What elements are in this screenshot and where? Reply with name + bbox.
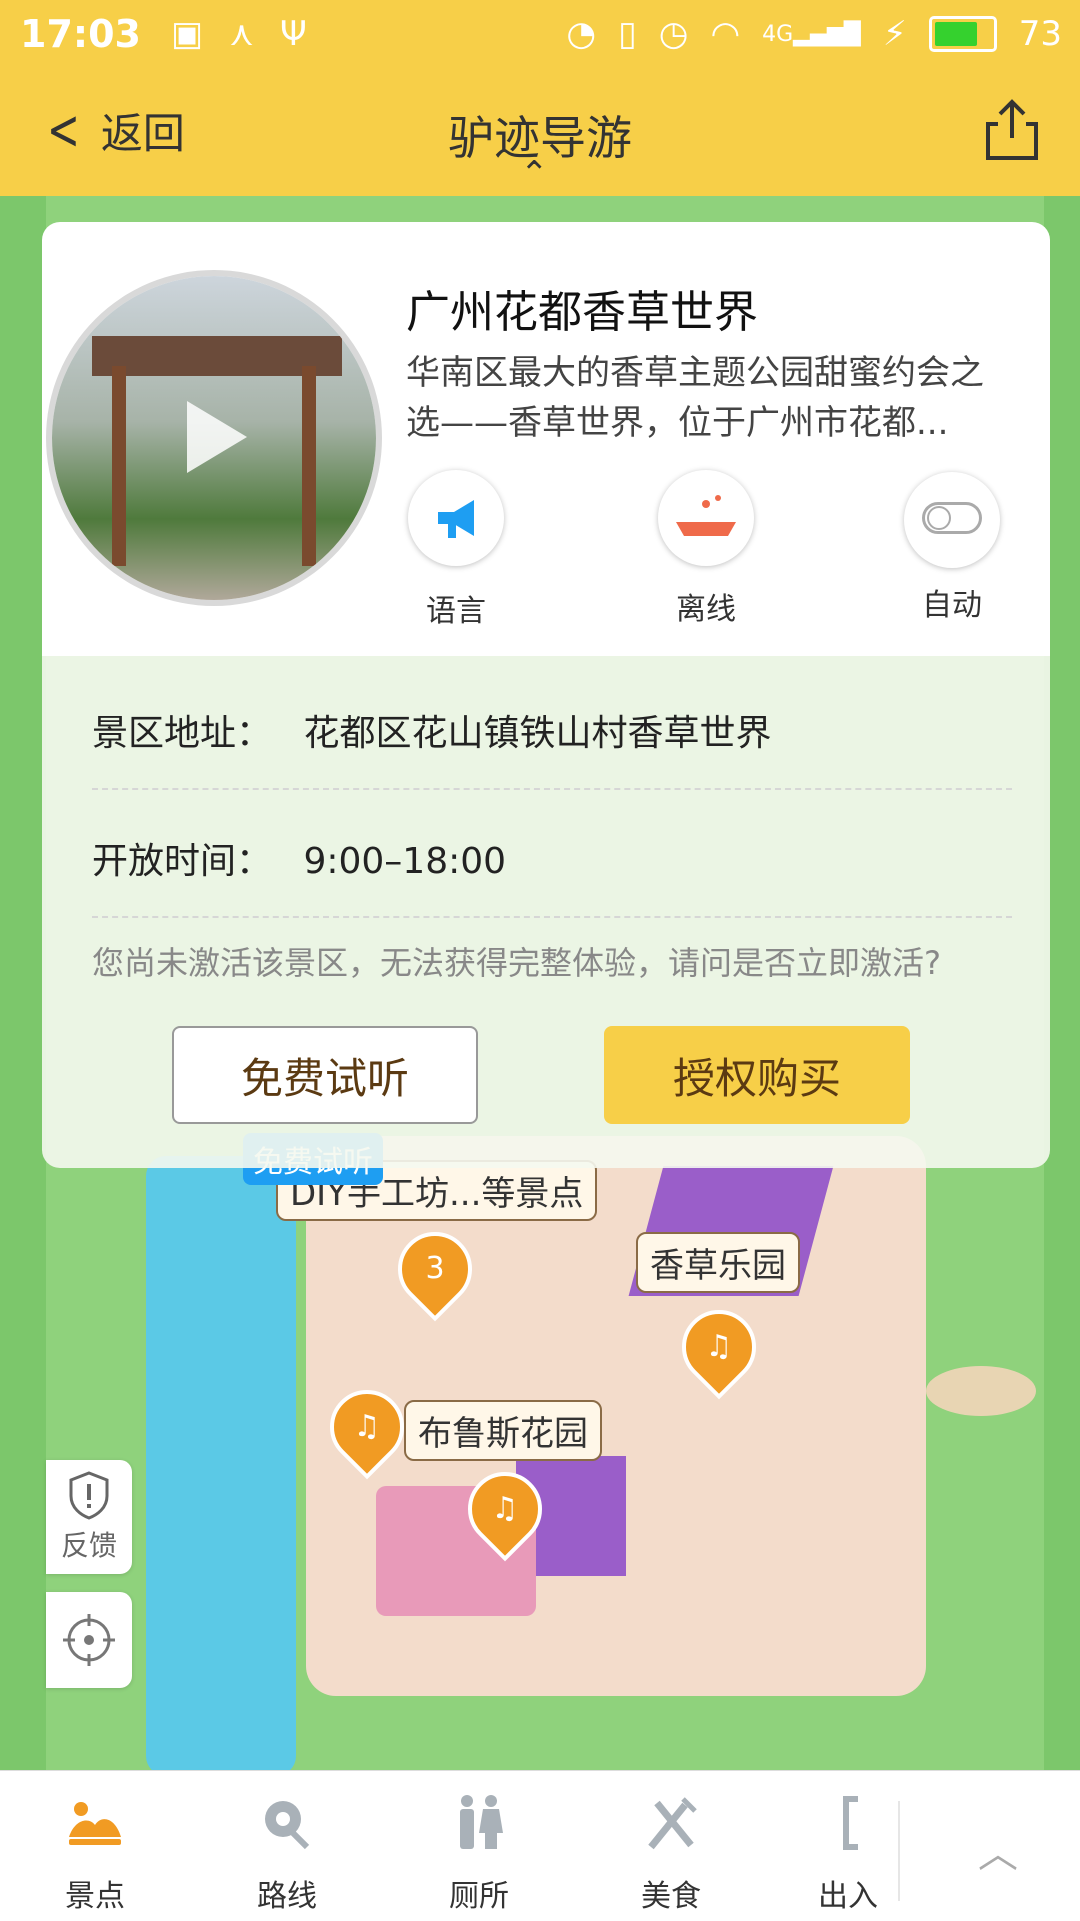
toilet-icon	[460, 1795, 503, 1849]
battery-level: 73	[1018, 14, 1062, 54]
locate-button[interactable]	[46, 1592, 132, 1688]
hours-label: 开放时间：	[92, 841, 273, 882]
collapse-caret-icon[interactable]: ⌃	[520, 154, 549, 194]
bottom-nav: 景点 路线 厕所 美食 出入 ︿	[0, 1770, 1080, 1921]
nav-label-scenic: 景点	[65, 1879, 125, 1914]
play-icon[interactable]	[187, 401, 247, 473]
hotspot-icon: ◔	[566, 14, 597, 54]
language-button[interactable]	[408, 470, 504, 566]
nav-item-route[interactable]: 路线	[212, 1771, 362, 1921]
feedback-button[interactable]: 反馈	[46, 1460, 132, 1574]
feedback-label: 反馈	[60, 1529, 117, 1562]
charging-icon: ⚡	[882, 14, 907, 54]
headphones-icon: ♫	[491, 1491, 519, 1526]
signal-icon: 4G▂▄▆█	[762, 21, 861, 47]
address-value: 花都区花山镇铁山村香草世界	[303, 713, 772, 754]
battery-icon	[928, 16, 997, 52]
map-label-bruce-garden[interactable]: 布鲁斯花园	[404, 1400, 602, 1461]
wifi-icon: ◠	[710, 14, 741, 54]
scenic-video-thumbnail[interactable]	[52, 276, 376, 600]
crosshair-icon	[63, 1614, 115, 1666]
thumbnail-post	[112, 366, 126, 566]
status-left-icons: ▣ ⋏ Ψ	[171, 14, 307, 54]
address-label: 景区地址：	[92, 713, 273, 754]
megaphone-icon	[438, 500, 474, 538]
language-label: 语言	[426, 594, 486, 629]
image-icon: ▣	[170, 14, 204, 54]
nav-item-scenic[interactable]: 景点	[20, 1771, 170, 1921]
nav-label-exit: 出入	[818, 1879, 878, 1914]
map-pond	[926, 1366, 1036, 1416]
status-right-icons: ◔ ▯ ◷ ◠ 4G▂▄▆█ ⚡ 73	[566, 0, 1062, 68]
hours-row: 开放时间： 9:00–18:00	[92, 832, 506, 884]
share-node-icon: ⋏	[229, 14, 254, 54]
auto-label: 自动	[922, 588, 982, 623]
auto-toggle-button[interactable]	[904, 472, 1000, 568]
scenic-name: 广州花都香草世界	[406, 287, 758, 338]
scenic-info-card: 广州花都香草世界 华南区最大的香草主题公园甜蜜约会之选——香草世界，位于广州市花…	[42, 222, 1050, 1168]
map-river	[146, 1156, 296, 1770]
nav-label-food: 美食	[641, 1879, 701, 1914]
scenic-description: 华南区最大的香草主题公园甜蜜约会之选——香草世界，位于广州市花都...	[406, 353, 984, 443]
alarm-icon: ◷	[658, 14, 689, 54]
nav-item-toilet[interactable]: 厕所	[404, 1771, 554, 1921]
title-bar: < 返回 驴迹导游 ⌃	[0, 68, 1080, 196]
card-header: 广州花都香草世界 华南区最大的香草主题公园甜蜜约会之选——香草世界，位于广州市花…	[42, 222, 1050, 656]
usb-icon: Ψ	[280, 14, 307, 54]
vibrate-icon: ▯	[618, 14, 637, 54]
status-time: 17:03	[20, 12, 141, 56]
exit-icon	[843, 1796, 858, 1850]
food-icon	[648, 1797, 697, 1850]
headphones-icon: ♫	[353, 1409, 381, 1444]
free-trial-button[interactable]: 免费试听	[172, 1026, 478, 1124]
nav-item-exit[interactable]: 出入	[788, 1771, 888, 1921]
nav-divider	[898, 1801, 900, 1901]
download-boat-icon	[676, 495, 736, 536]
map-label-vanilla-park[interactable]: 香草乐园	[636, 1232, 800, 1293]
route-icon	[265, 1801, 310, 1850]
toggle-icon	[922, 502, 982, 534]
chevron-up-icon[interactable]: ︿	[978, 1821, 1018, 1879]
divider	[92, 916, 1012, 918]
status-bar: 17:03 ▣ ⋏ Ψ ◔ ▯ ◷ ◠ 4G▂▄▆█ ⚡ 73	[0, 0, 1080, 68]
thumbnail-post	[302, 366, 316, 566]
nav-item-food[interactable]: 美食	[596, 1771, 746, 1921]
nav-label-route: 路线	[257, 1879, 317, 1914]
shield-icon	[69, 1471, 109, 1520]
map-pin-number: 3	[425, 1251, 445, 1286]
share-icon[interactable]	[984, 98, 1040, 162]
scenic-spot-icon	[69, 1802, 121, 1845]
divider	[92, 788, 1012, 790]
offline-label: 离线	[676, 592, 736, 627]
network-type: 4G	[762, 21, 794, 47]
offline-button[interactable]	[658, 470, 754, 566]
hours-value: 9:00–18:00	[303, 841, 507, 882]
activation-notice: 您尚未激活该景区，无法获得完整体验，请问是否立即激活?	[92, 944, 941, 982]
headphones-icon: ♫	[705, 1329, 733, 1364]
purchase-button[interactable]: 授权购买	[604, 1026, 910, 1124]
nav-label-toilet: 厕所	[449, 1879, 509, 1914]
address-row: 景区地址： 花都区花山镇铁山村香草世界	[92, 704, 771, 756]
